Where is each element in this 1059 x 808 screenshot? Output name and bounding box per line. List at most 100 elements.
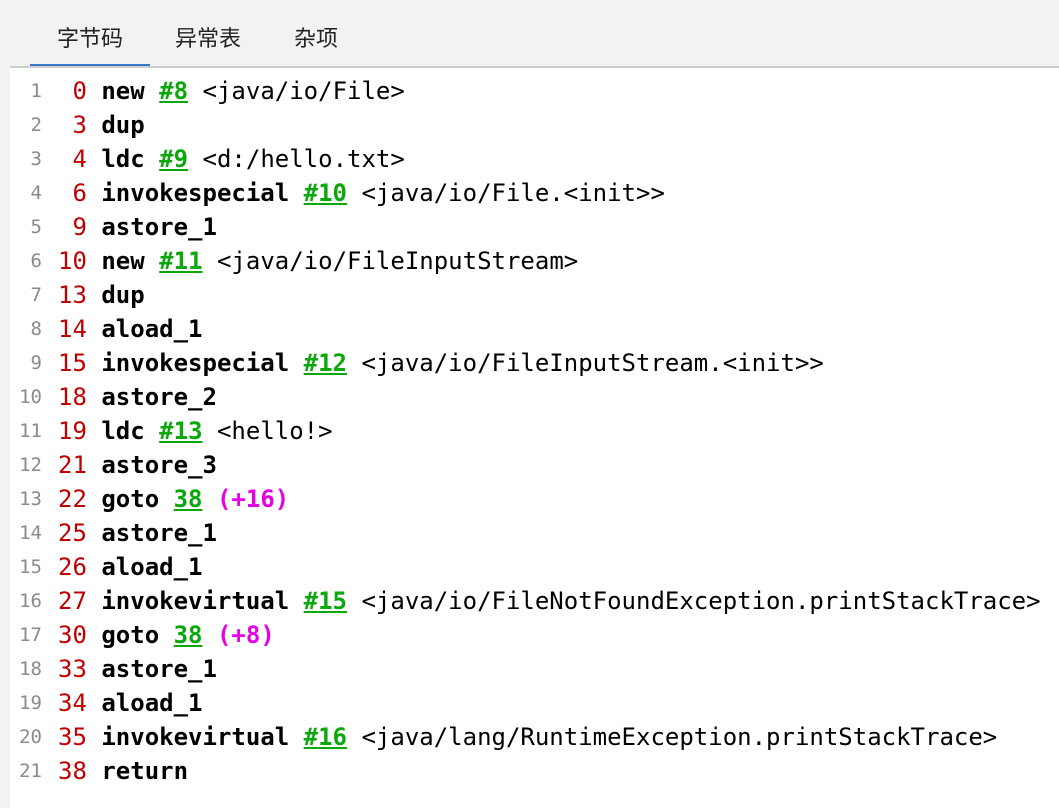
tab-exception-table-label: 异常表 (174, 27, 241, 52)
constant-comment: <java/io/File> (202, 77, 405, 105)
constant-pool-ref-link[interactable]: #12 (304, 349, 347, 377)
instruction: 30 goto 38 (+8) (58, 618, 275, 652)
constant-pool-ref-link[interactable]: #9 (159, 145, 188, 173)
opcode: new (101, 247, 145, 275)
bytecode-offset: 26 (58, 553, 87, 581)
bytecode-offset: 13 (58, 281, 87, 309)
tab-exception-table[interactable]: 异常表 (150, 22, 266, 62)
instruction: 25 astore_1 (58, 516, 217, 550)
instruction: 10 new #11 <java/io/FileInputStream> (58, 244, 578, 278)
opcode: aload_1 (101, 553, 203, 581)
bytecode-offset: 9 (58, 213, 87, 241)
code-line[interactable]: 19 34 aload_1 (10, 686, 1059, 720)
line-number: 2 (30, 114, 42, 136)
bytecode-offset: 30 (58, 621, 87, 649)
code-line[interactable]: 14 25 astore_1 (10, 516, 1059, 550)
line-number: 21 (19, 760, 42, 782)
line-number: 16 (19, 590, 42, 612)
code-line[interactable]: 17 30 goto 38 (+8) (10, 618, 1059, 652)
bytecode-offset: 22 (58, 485, 87, 513)
bytecode-offset: 38 (58, 757, 87, 785)
constant-pool-ref-link[interactable]: #11 (159, 247, 202, 275)
opcode: invokevirtual (101, 587, 290, 615)
code-line[interactable]: 9 15 invokespecial #12 <java/io/FileInput… (10, 346, 1059, 380)
code-line[interactable]: 2 3 dup (10, 108, 1059, 142)
constant-pool-ref-link[interactable]: #13 (159, 417, 202, 445)
code-line[interactable]: 7 13 dup (10, 278, 1059, 312)
constant-comment: <java/io/FileNotFoundException.printStac… (361, 587, 1041, 615)
bytecode-offset: 25 (58, 519, 87, 547)
constant-pool-ref-link[interactable]: #16 (304, 723, 347, 751)
tab-misc-label: 杂项 (293, 27, 338, 52)
code-line[interactable]: 21 38 return (10, 754, 1059, 788)
constant-comment: <java/io/File.<init>> (361, 179, 665, 207)
opcode: return (101, 757, 189, 785)
code-line[interactable]: 6 10 new #11 <java/io/FileInputStream> (10, 244, 1059, 278)
line-number: 5 (30, 216, 42, 238)
constant-comment: <hello!> (216, 417, 333, 445)
opcode: new (101, 77, 145, 105)
code-line[interactable]: 1 0 new #8 <java/io/File> (10, 74, 1059, 108)
constant-pool-ref-link[interactable]: #10 (304, 179, 347, 207)
code-line[interactable]: 5 9 astore_1 (10, 210, 1059, 244)
code-line[interactable]: 11 19 ldc #13 <hello!> (10, 414, 1059, 448)
code-line[interactable]: 12 21 astore_3 (10, 448, 1059, 482)
line-number: 20 (19, 726, 42, 748)
constant-comment: <java/io/FileInputStream> (216, 247, 579, 275)
line-number: 7 (30, 284, 42, 306)
code-line[interactable]: 18 33 astore_1 (10, 652, 1059, 686)
opcode: dup (101, 281, 145, 309)
bytecode-editor[interactable]: 1 0 new #8 <java/io/File> 2 3 dup 3 4 ldc … (10, 68, 1059, 808)
line-number: 9 (30, 352, 42, 374)
bytecode-offset: 27 (58, 587, 87, 615)
instruction: 33 astore_1 (58, 652, 217, 686)
constant-pool-ref-link[interactable]: #8 (159, 77, 188, 105)
jump-delta: (+8) (216, 621, 275, 649)
code-line[interactable]: 3 4 ldc #9 <d:/hello.txt> (10, 142, 1059, 176)
constant-pool-ref-link[interactable]: #15 (304, 587, 347, 615)
opcode: astore_2 (101, 383, 217, 411)
instruction: 15 invokespecial #12 <java/io/FileInputS… (58, 346, 824, 380)
instruction: 9 astore_1 (58, 210, 217, 244)
line-number: 3 (30, 148, 42, 170)
opcode: goto (101, 485, 160, 513)
instruction: 22 goto 38 (+16) (58, 482, 289, 516)
tab-misc[interactable]: 杂项 (266, 22, 366, 62)
bytecode-offset: 6 (58, 179, 87, 207)
bytecode-offset: 34 (58, 689, 87, 717)
opcode: ldc (101, 417, 145, 445)
line-number: 11 (19, 420, 42, 442)
code-line[interactable]: 20 35 invokevirtual #16 <java/lang/Runtim… (10, 720, 1059, 754)
line-number: 10 (19, 386, 42, 408)
jump-target-link[interactable]: 38 (174, 621, 203, 649)
line-number: 1 (30, 80, 42, 102)
line-number: 13 (19, 488, 42, 510)
constant-comment: <d:/hello.txt> (202, 145, 405, 173)
opcode: astore_1 (101, 655, 217, 683)
opcode: goto (101, 621, 160, 649)
code-line[interactable]: 16 27 invokevirtual #15 <java/io/FileNotF… (10, 584, 1059, 618)
instruction: 14 aload_1 (58, 312, 203, 346)
tab-bytecode[interactable]: 字节码 (30, 22, 150, 68)
opcode: invokevirtual (101, 723, 290, 751)
line-number: 17 (19, 624, 42, 646)
tab-bytecode-label: 字节码 (56, 27, 123, 52)
code-line[interactable]: 13 22 goto 38 (+16) (10, 482, 1059, 516)
code-line[interactable]: 10 18 astore_2 (10, 380, 1059, 414)
opcode: ldc (101, 145, 145, 173)
bytecode-offset: 14 (58, 315, 87, 343)
instruction: 3 dup (58, 108, 145, 142)
code-line[interactable]: 4 6 invokespecial #10 <java/io/File.<ini… (10, 176, 1059, 210)
bytecode-offset: 21 (58, 451, 87, 479)
code-line[interactable]: 8 14 aload_1 (10, 312, 1059, 346)
jump-target-link[interactable]: 38 (174, 485, 203, 513)
opcode: dup (101, 111, 145, 139)
instruction: 19 ldc #13 <hello!> (58, 414, 333, 448)
code-line[interactable]: 15 26 aload_1 (10, 550, 1059, 584)
constant-comment: <java/lang/RuntimeException.printStackTr… (361, 723, 998, 751)
instruction: 13 dup (58, 278, 145, 312)
constant-comment: <java/io/FileInputStream.<init>> (361, 349, 824, 377)
instruction: 18 astore_2 (58, 380, 217, 414)
bytecode-offset: 0 (58, 77, 87, 105)
line-number: 14 (19, 522, 42, 544)
